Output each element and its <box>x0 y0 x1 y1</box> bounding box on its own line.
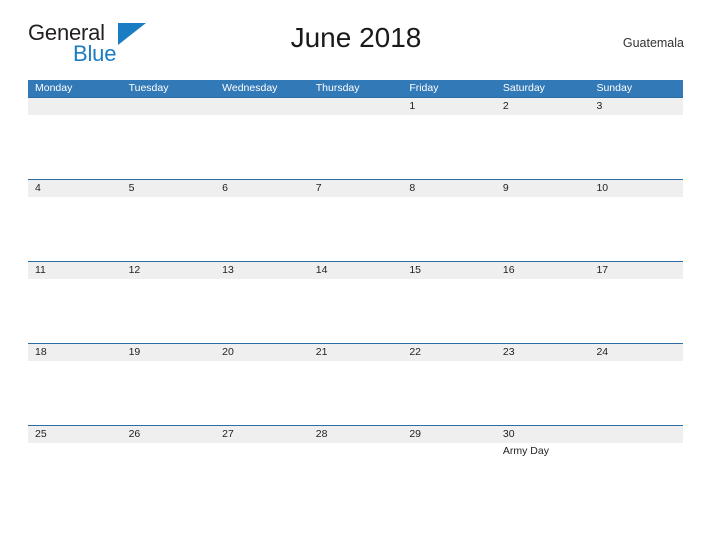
week-event-band <box>28 361 683 425</box>
day-event-cell[interactable] <box>28 197 122 261</box>
day-event-cell[interactable] <box>122 361 216 425</box>
week-event-band: Army Day <box>28 443 683 507</box>
day-event-cell[interactable] <box>309 361 403 425</box>
weekday-header-friday: Friday <box>409 82 439 94</box>
weekday-header-saturday: Saturday <box>502 82 545 94</box>
day-number[interactable]: 14 <box>309 262 403 279</box>
day-number[interactable]: 3 <box>589 98 683 115</box>
day-number[interactable]: 27 <box>215 426 309 443</box>
day-number[interactable]: 28 <box>309 426 403 443</box>
day-event-cell[interactable] <box>122 443 216 507</box>
day-number[interactable]: 16 <box>496 262 590 279</box>
holiday-label: Army Day <box>502 445 549 457</box>
weekday-header-sunday: Sunday <box>596 82 633 94</box>
day-number[interactable]: 12 <box>122 262 216 279</box>
day-event-cell[interactable] <box>28 361 122 425</box>
day-number[interactable]: 15 <box>402 262 496 279</box>
day-number[interactable]: 25 <box>28 426 122 443</box>
calendar-week-row: 11 12 13 14 15 16 17 <box>28 261 683 343</box>
day-number[interactable]: 13 <box>215 262 309 279</box>
day-number[interactable]: 20 <box>215 344 309 361</box>
week-date-band: 11 12 13 14 15 16 17 <box>28 261 683 279</box>
day-event-cell[interactable] <box>309 443 403 507</box>
calendar-week-row: 4 5 6 7 8 9 10 <box>28 179 683 261</box>
calendar-week-row: 25 26 27 28 29 30 Army Day <box>28 425 683 507</box>
day-event-cell[interactable] <box>28 279 122 343</box>
day-event-cell[interactable] <box>402 361 496 425</box>
day-number[interactable]: 6 <box>215 180 309 197</box>
day-event-cell[interactable] <box>402 443 496 507</box>
day-number-empty <box>215 98 309 115</box>
day-event-cell[interactable] <box>122 197 216 261</box>
weekday-header-tuesday: Tuesday <box>128 82 169 94</box>
calendar-grid: Monday Tuesday Wednesday Thursday Friday… <box>28 80 683 507</box>
day-event-cell[interactable] <box>589 197 683 261</box>
day-number[interactable]: 4 <box>28 180 122 197</box>
day-number[interactable]: 10 <box>589 180 683 197</box>
week-date-band: 4 5 6 7 8 9 10 <box>28 179 683 197</box>
day-number-empty <box>28 98 122 115</box>
day-event-cell[interactable] <box>496 115 590 179</box>
day-event-cell <box>28 115 122 179</box>
day-event-cell[interactable] <box>28 443 122 507</box>
day-number[interactable]: 19 <box>122 344 216 361</box>
week-event-band <box>28 197 683 261</box>
day-event-cell[interactable] <box>215 443 309 507</box>
day-event-cell[interactable] <box>309 197 403 261</box>
day-number[interactable]: 11 <box>28 262 122 279</box>
day-number[interactable]: 17 <box>589 262 683 279</box>
day-event-cell[interactable] <box>496 361 590 425</box>
day-number-empty <box>589 426 683 443</box>
day-event-cell[interactable] <box>589 279 683 343</box>
day-event-cell[interactable] <box>215 197 309 261</box>
day-number[interactable]: 18 <box>28 344 122 361</box>
day-number[interactable]: 1 <box>402 98 496 115</box>
day-event-cell[interactable] <box>496 279 590 343</box>
country-label: Guatemala <box>622 36 684 50</box>
day-event-cell[interactable] <box>589 361 683 425</box>
day-event-cell[interactable]: Army Day <box>496 443 590 507</box>
day-event-cell[interactable] <box>215 279 309 343</box>
weekday-header-monday: Monday <box>35 82 73 94</box>
page-title: June 2018 <box>290 22 422 53</box>
week-date-band: 123 <box>28 97 683 115</box>
day-event-cell[interactable] <box>402 115 496 179</box>
weekday-header-wednesday: Wednesday <box>222 82 278 94</box>
page-header: General Blue June 2018 Guatemala <box>28 0 684 65</box>
calendar-week-row: 123 <box>28 97 683 179</box>
day-number[interactable]: 30 <box>496 426 590 443</box>
day-event-cell[interactable] <box>402 197 496 261</box>
day-number[interactable]: 26 <box>122 426 216 443</box>
week-event-band <box>28 115 683 179</box>
day-event-cell <box>309 115 403 179</box>
day-event-cell <box>215 115 309 179</box>
day-number[interactable]: 7 <box>309 180 403 197</box>
week-event-band <box>28 279 683 343</box>
day-number[interactable]: 24 <box>589 344 683 361</box>
day-number[interactable]: 29 <box>402 426 496 443</box>
day-number[interactable]: 9 <box>496 180 590 197</box>
calendar-weeks: 1 2 3 4 5 6 7 8 9 10 11 12 13 14 15 16 17 18 19 20 21 22 23 24 2… <box>28 97 683 507</box>
calendar-week-row: 18 19 20 21 22 23 24 <box>28 343 683 425</box>
day-event-cell[interactable] <box>402 279 496 343</box>
day-number[interactable]: 8 <box>402 180 496 197</box>
day-event-cell[interactable] <box>589 115 683 179</box>
day-event-cell[interactable] <box>496 197 590 261</box>
weekday-header-row: Monday Tuesday Wednesday Thursday Friday… <box>28 80 683 97</box>
day-event-cell[interactable] <box>122 279 216 343</box>
day-number-empty <box>122 98 216 115</box>
day-event-cell[interactable] <box>309 279 403 343</box>
day-event-cell <box>122 115 216 179</box>
day-number-empty <box>309 98 403 115</box>
week-date-band: 18 19 20 21 22 23 24 <box>28 343 683 361</box>
day-number[interactable]: 5 <box>122 180 216 197</box>
day-number[interactable]: 23 <box>496 344 590 361</box>
weekday-header-thursday: Thursday <box>315 82 360 94</box>
day-number[interactable]: 21 <box>309 344 403 361</box>
day-number[interactable]: 2 <box>496 98 590 115</box>
week-date-band: 25 26 27 28 29 30 <box>28 425 683 443</box>
day-event-cell[interactable] <box>215 361 309 425</box>
day-event-cell <box>589 443 683 507</box>
day-number[interactable]: 22 <box>402 344 496 361</box>
